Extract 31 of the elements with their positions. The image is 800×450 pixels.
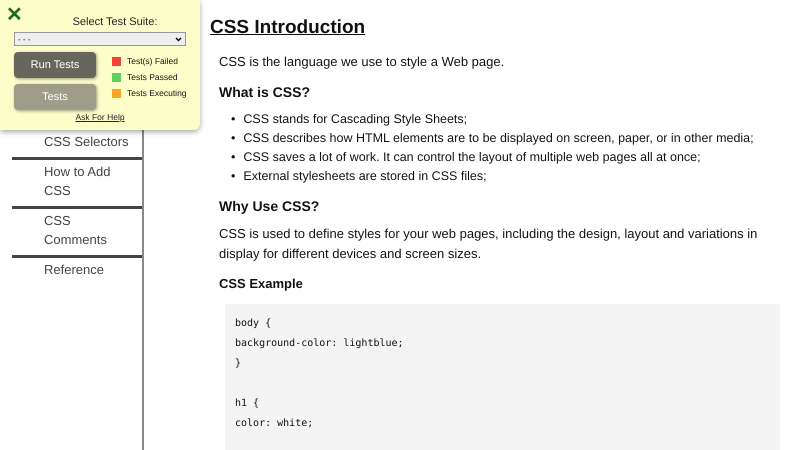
section-heading: What is CSS? bbox=[219, 83, 312, 102]
bullet-item: CSS saves a lot of work. It can control the layout of multiple web pages all at once; bbox=[243, 149, 701, 166]
code-line: } bbox=[235, 357, 242, 371]
page-title: CSS Introduction bbox=[210, 16, 366, 40]
suite-dropdown[interactable]: - - - bbox=[14, 32, 186, 46]
body-text: CSS is used to define styles for your web pages, including the design, layout and variations in display for different devices and screen sizes. bbox=[219, 225, 758, 263]
code-line: body { bbox=[235, 317, 272, 331]
sidebar-link[interactable]: How to Add CSS bbox=[12, 160, 142, 209]
bullet-marker: • bbox=[231, 130, 236, 147]
legend-label: Test(s) Failed bbox=[127, 56, 178, 66]
bullet-item: CSS stands for Cascading Style Sheets; bbox=[243, 111, 468, 128]
help-link[interactable]: Ask For Help bbox=[14, 112, 186, 122]
legend-label: Tests Executing bbox=[127, 88, 187, 98]
bullet-marker: • bbox=[231, 149, 236, 166]
legend-label: Tests Passed bbox=[127, 72, 178, 82]
chevron-icon bbox=[175, 36, 182, 42]
select-label: Select Test Suite: bbox=[72, 16, 158, 28]
bullet-marker: • bbox=[231, 168, 236, 185]
bullet-marker: • bbox=[231, 111, 236, 128]
sidebar-link[interactable]: CSS Comments bbox=[12, 209, 142, 258]
example-heading: CSS Example bbox=[219, 275, 304, 293]
code-line: color: white; bbox=[235, 417, 314, 431]
test-button[interactable]: Run Tests bbox=[14, 52, 96, 78]
bullet-item: External stylesheets are stored in CSS files; bbox=[243, 168, 487, 185]
code-line: background-color: lightblue; bbox=[235, 337, 405, 351]
intro-text: CSS is the language we use to style a Web page. bbox=[219, 53, 506, 71]
close-button[interactable]: ✕ bbox=[6, 2, 23, 28]
code-line: h1 { bbox=[235, 397, 260, 411]
bullet-item: CSS describes how HTML elements are to be displayed on screen, paper, or in other media; bbox=[243, 130, 754, 147]
sidebar-link[interactable]: Reference bbox=[12, 258, 142, 285]
section-heading: Why Use CSS? bbox=[219, 197, 320, 216]
